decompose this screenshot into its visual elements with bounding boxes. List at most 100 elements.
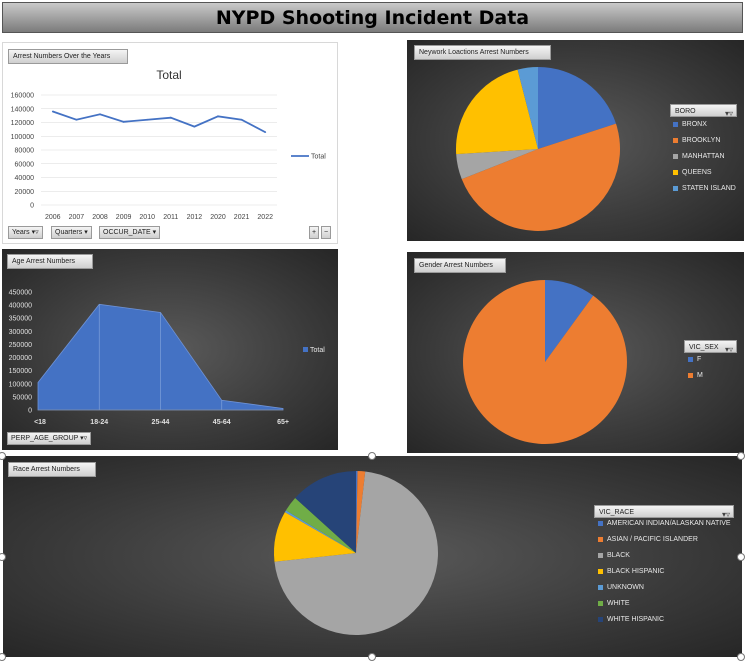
x-tick-label: 2022 <box>257 214 273 221</box>
y-tick-label: 160000 <box>11 93 34 100</box>
data-point <box>264 131 267 134</box>
x-tick-label: 2010 <box>139 214 155 221</box>
y-tick-label: 350000 <box>9 316 32 323</box>
boro-legend-item[interactable]: STATEN ISLAND <box>673 185 736 192</box>
resize-handle-bottom-center[interactable] <box>368 653 376 661</box>
legend-label-total: Total <box>310 347 325 354</box>
data-point <box>99 113 101 116</box>
legend-label: BROOKLYN <box>682 137 721 144</box>
quarters-button-label: Quarters <box>55 229 83 236</box>
x-tick-label: 65+ <box>277 419 289 426</box>
y-tick-label: 80000 <box>15 148 35 155</box>
quarters-button[interactable]: Quarters ▾ <box>51 226 92 239</box>
legend-label: BLACK <box>607 552 630 559</box>
y-tick-label: 400000 <box>9 303 32 310</box>
x-tick-label: 2021 <box>234 214 250 221</box>
filter-dropdown-icon: ▾▿ <box>31 229 39 236</box>
legend-label: STATEN ISLAND <box>682 185 736 192</box>
x-tick-label: 2009 <box>116 214 132 221</box>
legend-label: UNKNOWN <box>607 584 644 591</box>
legend-swatch <box>598 617 603 622</box>
y-tick-label: 450000 <box>9 290 32 297</box>
x-tick-label: 2020 <box>210 214 226 221</box>
y-tick-label: 20000 <box>15 189 35 196</box>
resize-handle-top-center[interactable] <box>368 452 376 460</box>
race-legend-item[interactable]: WHITE <box>598 600 630 607</box>
legend-label: MANHATTAN <box>682 153 725 160</box>
x-tick-label: 2012 <box>187 214 203 221</box>
resize-handle-top-right[interactable] <box>737 452 745 460</box>
resize-handle-bottom-left[interactable] <box>0 653 6 661</box>
legend-swatch <box>598 553 603 558</box>
x-tick-label: 2006 <box>45 214 61 221</box>
race-chart-panel[interactable]: Race Arrest Numbers VIC_RACE ▾▿ AMERICAN… <box>3 456 742 657</box>
expand-field-button[interactable]: + <box>309 226 320 239</box>
line-chart-panel[interactable]: Arrest Numbers Over the Years Total 0 2000… <box>2 42 338 244</box>
collapse-field-button[interactable]: − <box>321 226 332 239</box>
legend-swatch <box>688 373 693 378</box>
resize-handle-bottom-right[interactable] <box>737 653 745 661</box>
gender-legend-item[interactable]: M <box>688 372 703 379</box>
years-button-label: Years <box>12 229 30 236</box>
gender-chart-panel[interactable]: Gender Arrest Numbers VIC_SEX ▾▿ FM <box>407 252 744 453</box>
age-area-chart: 0 50000 100000 150000 200000 250000 300000 3500… <box>9 290 326 427</box>
legend-swatch <box>598 569 603 574</box>
race-legend-item[interactable]: BLACK HISPANIC <box>598 568 664 575</box>
age-chart-panel[interactable]: Age Arrest Numbers 0 50000 100000 150000 200… <box>2 249 338 450</box>
locations-chart-panel[interactable]: Neywork Loactions Arrest Numbers BORO ▾▿… <box>407 40 744 241</box>
race-legend-item[interactable]: UNKNOWN <box>598 584 644 591</box>
resize-handle-middle-right[interactable] <box>737 553 745 561</box>
legend-label: AMERICAN INDIAN/ALASKAN NATIVE <box>607 520 731 527</box>
data-point <box>169 116 172 119</box>
boro-legend-item[interactable]: QUEENS <box>673 169 712 176</box>
data-point <box>122 120 125 123</box>
boro-legend-header[interactable]: BORO ▾▿ <box>670 104 737 118</box>
boro-legend-item[interactable]: BRONX <box>673 121 707 128</box>
y-tick-label: 300000 <box>9 329 32 336</box>
dashboard-title: NYPD Shooting Incident Data <box>215 6 530 29</box>
legend-swatch <box>598 601 603 606</box>
filter-icon: ▾▿ <box>724 109 733 118</box>
filter-dropdown-icon: ▾▿ <box>80 435 88 442</box>
vic-race-legend-title: VIC_RACE <box>599 509 635 516</box>
vic-sex-legend-header[interactable]: VIC_SEX ▾▿ <box>684 340 737 354</box>
legend-label: QUEENS <box>682 169 712 176</box>
years-button[interactable]: Years ▾▿ <box>8 226 43 239</box>
legend-label: WHITE HISPANIC <box>607 616 665 623</box>
race-legend-item[interactable]: ASIAN / PACIFIC ISLANDER <box>598 536 698 543</box>
occur-date-button[interactable]: OCCUR_DATE ▾ <box>99 226 161 239</box>
legend-label: M <box>697 372 703 379</box>
y-tick-label: 250000 <box>9 342 32 349</box>
y-tick-label: 150000 <box>9 368 32 375</box>
race-legend-item[interactable]: BLACK <box>598 552 630 559</box>
y-tick-label: 100000 <box>9 381 32 388</box>
dropdown-icon: ▾ <box>152 229 157 236</box>
legend-label: ASIAN / PACIFIC ISLANDER <box>607 536 698 543</box>
legend-swatch <box>673 154 678 159</box>
line-chart-title: Total <box>156 68 181 82</box>
vic-race-legend-header[interactable]: VIC_RACE ▾▿ <box>594 505 734 519</box>
y-tick-label: 60000 <box>15 161 35 168</box>
y-tick-label: 50000 <box>13 394 33 401</box>
occur-date-button-label: OCCUR_DATE <box>103 229 151 236</box>
x-tick-label: 45-64 <box>213 419 231 426</box>
legend-label: BLACK HISPANIC <box>607 568 665 575</box>
perp-age-group-button[interactable]: PERP_AGE_GROUP ▾▿ <box>7 432 92 445</box>
legend-label: BRONX <box>682 121 707 128</box>
data-point <box>75 118 78 121</box>
boro-legend-item[interactable]: BROOKLYN <box>673 137 720 144</box>
race-pie-chart <box>274 471 439 635</box>
series-line-total <box>52 110 266 133</box>
x-tick-label: 2011 <box>163 214 178 221</box>
legend-swatch <box>673 138 678 143</box>
boro-legend-item[interactable]: MANHATTAN <box>673 153 725 160</box>
race-legend-item[interactable]: WHITE HISPANIC <box>598 616 664 623</box>
legend-swatch <box>598 521 603 526</box>
data-point <box>217 115 219 118</box>
gender-legend-item[interactable]: F <box>688 356 701 363</box>
legend-swatch <box>598 537 603 542</box>
race-legend-item[interactable]: AMERICAN INDIAN/ALASKAN NATIVE <box>598 520 731 527</box>
x-tick-label: 2007 <box>69 214 85 221</box>
data-point <box>240 118 243 121</box>
y-tick-label: 120000 <box>11 120 34 127</box>
